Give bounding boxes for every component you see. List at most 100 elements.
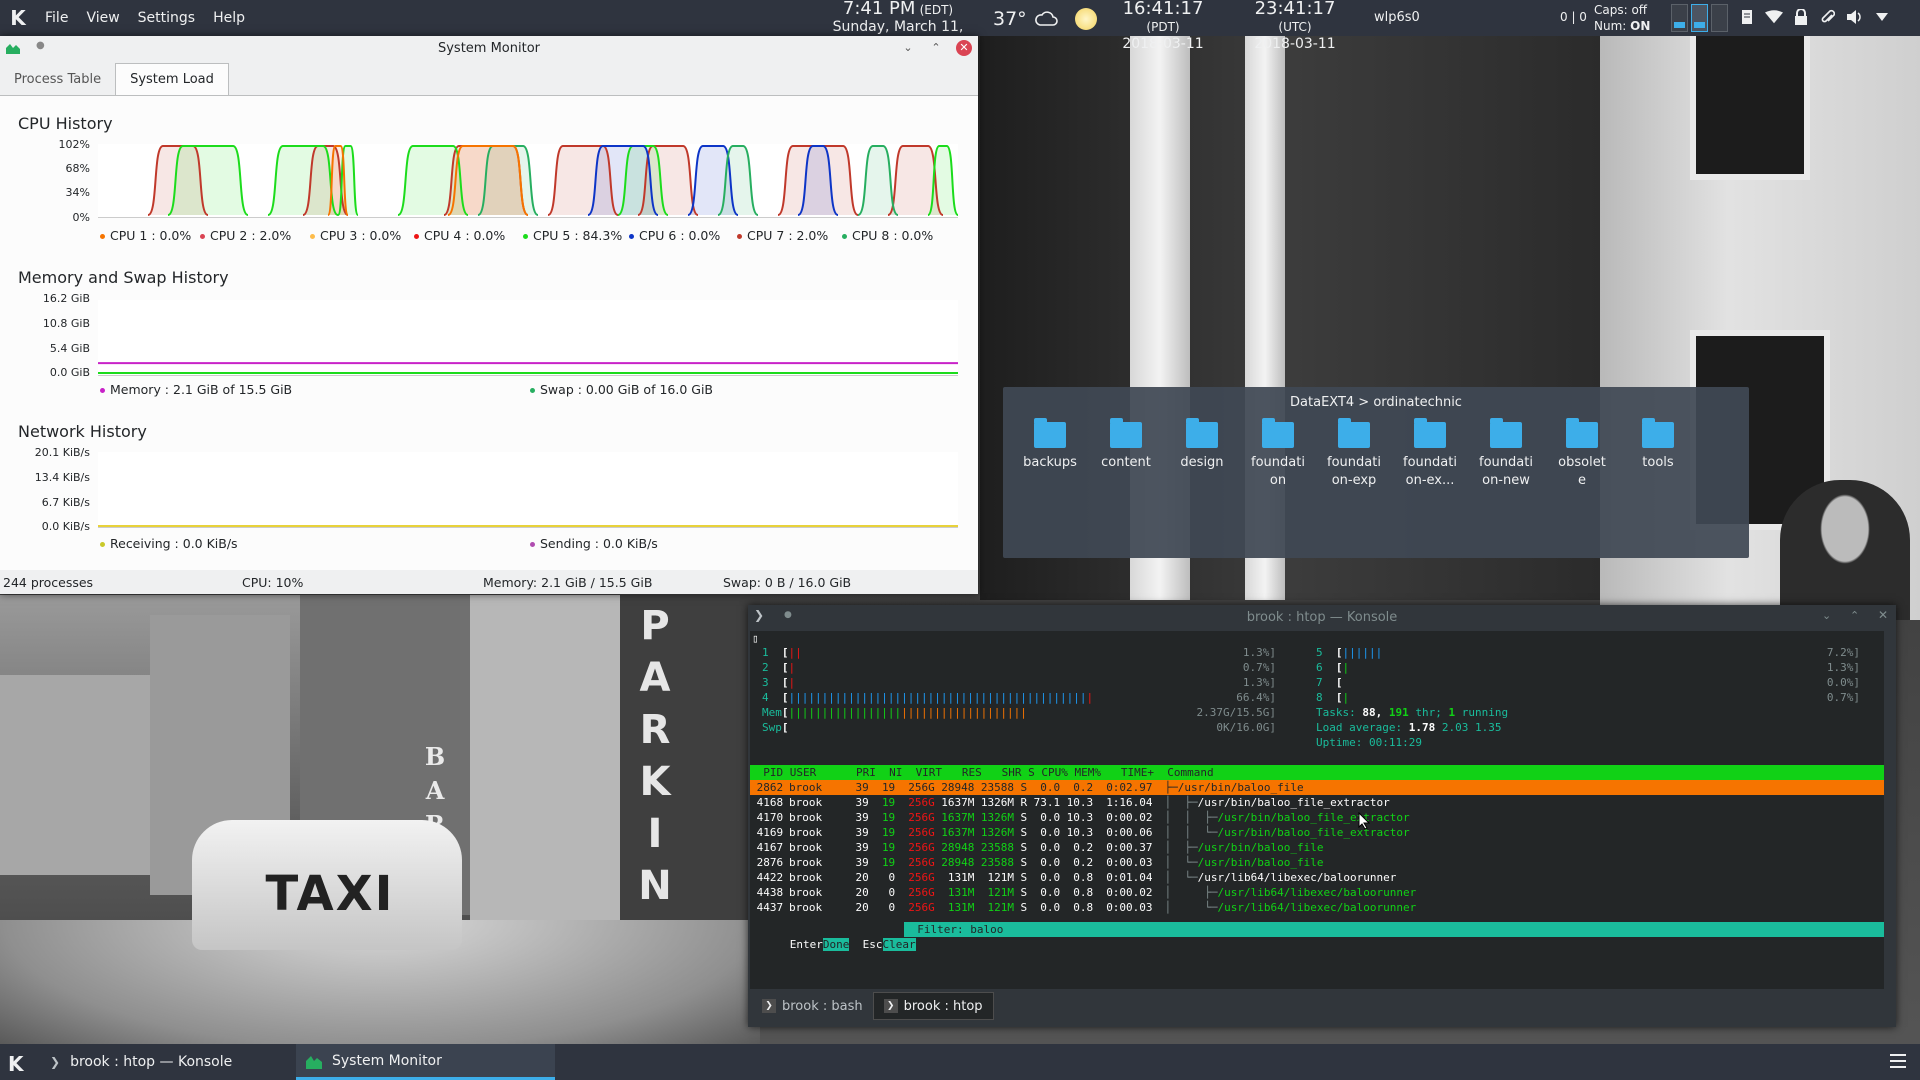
process-user: brook [789, 856, 823, 869]
expand-arrow-icon[interactable] [1873, 8, 1891, 26]
folder-item[interactable]: foundati on [1244, 418, 1312, 490]
process-tree: │ ├─ [1164, 841, 1198, 854]
memory-history-title: Memory and Swap History [18, 268, 229, 287]
clip-icon[interactable] [1819, 8, 1837, 26]
process-command: /usr/bin/baloo_file [1197, 841, 1324, 854]
process-row[interactable]: 4422 brook 20 0 256G 131M 121M S 0.0 0.8 0:01… [750, 870, 1884, 885]
footer-esc-key: Esc [862, 938, 883, 951]
minimize-button[interactable]: ⌄ [900, 40, 916, 56]
process-cpu: 0.0 [1033, 886, 1061, 899]
folder-item[interactable]: backups [1016, 418, 1084, 472]
tab-system-load[interactable]: System Load [115, 63, 229, 95]
menu-help[interactable]: Help [204, 10, 254, 26]
task-konsole[interactable]: ❯ brook : htop — Konsole [40, 1044, 292, 1080]
process-res: 131M [941, 886, 975, 899]
menu-settings[interactable]: Settings [129, 10, 204, 26]
process-row[interactable]: 4169 brook 39 19 256G 1637M 1326M S 0.0 10.3 0:00… [750, 825, 1884, 840]
cpu-meter: 8 [| [1316, 691, 1350, 704]
folder-item[interactable]: design [1168, 418, 1236, 472]
hamburger-menu-icon[interactable] [1890, 1054, 1906, 1068]
cpu-ytick: 102% [58, 138, 90, 151]
cpu-legend-item: CPU 3 : 0.0% [310, 228, 401, 243]
tab-process-table[interactable]: Process Table [0, 64, 115, 95]
process-row[interactable]: 4437 brook 20 0 256G 131M 121M S 0.0 0.8 0:00… [750, 900, 1884, 915]
process-pid: 4438 [750, 886, 784, 899]
filter-input[interactable]: Filter: baloo [904, 922, 1884, 937]
process-row[interactable]: 4438 brook 20 0 256G 131M 121M S 0.0 0.8 0:00… [750, 885, 1884, 900]
folder-item[interactable]: foundati on-exp [1320, 418, 1388, 490]
folder-icon [1110, 418, 1142, 448]
konsole-tab-bash[interactable]: ❯ brook : bash [752, 992, 873, 1020]
process-table-header[interactable]: PID USER PRI NI VIRT RES SHR S CPU% MEM%… [750, 765, 1884, 780]
konsole-titlebar[interactable]: ❯ ● brook : htop — Konsole ⌄ ⌃ ✕ [748, 605, 1896, 629]
task-system-monitor[interactable]: System Monitor [296, 1044, 555, 1080]
folder-item[interactable]: foundati on-ex... [1396, 418, 1464, 490]
volume-icon[interactable] [1846, 8, 1864, 26]
process-pid: 4170 [750, 811, 784, 824]
kde-menu-icon[interactable]: K [0, 0, 36, 36]
weather-temperature[interactable]: 37° [993, 8, 1027, 30]
folder-label: content [1101, 455, 1151, 470]
konsole-tab-htop[interactable]: ❯ brook : htop [872, 992, 994, 1020]
process-s: S [1020, 901, 1028, 914]
cpu-legend-item: CPU 7 : 2.0% [737, 228, 828, 243]
folder-item[interactable]: obsolet e [1548, 418, 1616, 490]
process-virt: 256G [908, 871, 935, 884]
pager-desktop-2[interactable] [1691, 4, 1708, 32]
folder-label: on-new [1482, 473, 1530, 488]
minimize-button[interactable]: ⌄ [1822, 609, 1831, 622]
maximize-button[interactable]: ⌃ [1850, 609, 1859, 622]
application-launcher-icon[interactable]: K [8, 1052, 24, 1076]
cpu-meter-value: 1.3%] [1826, 661, 1860, 674]
process-shr: 121M [980, 886, 1014, 899]
lock-icon[interactable] [1792, 8, 1810, 26]
footer-done-action[interactable]: Done [822, 938, 850, 951]
menu-file[interactable]: File [36, 10, 77, 26]
process-count: 244 processes [3, 575, 94, 590]
cpu-legend-item: CPU 4 : 0.0% [414, 228, 505, 243]
system-load-panel: CPU History 102% 68% 34% 0% CPU 1 : 0.0%… [0, 96, 978, 570]
pager-desktop-1[interactable] [1671, 4, 1688, 32]
notes-icon[interactable] [1738, 8, 1756, 26]
menu-view[interactable]: View [77, 10, 128, 26]
folder-item[interactable]: tools [1624, 418, 1692, 472]
process-pri: 39 [855, 826, 869, 839]
network-interface-label[interactable]: wlp6s0 [1374, 10, 1420, 25]
clock-local-zone: (EDT) [919, 3, 954, 17]
process-shr: 121M [980, 901, 1014, 914]
process-pri: 39 [855, 796, 869, 809]
virtual-desktop-pager[interactable] [1671, 4, 1728, 32]
close-button[interactable]: ✕ [1878, 608, 1888, 622]
process-row[interactable]: 2862 brook 39 19 256G 28948 23588 S 0.0 0.2 0:02… [750, 780, 1884, 795]
process-row[interactable]: 2876 brook 39 19 256G 28948 23588 S 0.0 0.2 0:00… [750, 855, 1884, 870]
process-row[interactable]: 4168 brook 39 19 256G 1637M 1326M R 73.1 10.3 1:16… [750, 795, 1884, 810]
process-row[interactable]: 4170 brook 39 19 256G 1637M 1326M S 0.0 10.3 0:00… [750, 810, 1884, 825]
cpu-meter: 4 [|||||||||||||||||||||||||||||||||||||… [762, 691, 1094, 704]
close-button[interactable]: ✕ [956, 40, 972, 56]
keyboard-status[interactable]: Caps: off Num: ON [1594, 2, 1650, 34]
process-command: /usr/bin/baloo_file [1177, 781, 1304, 794]
maximize-button[interactable]: ⌃ [928, 40, 944, 56]
terminal-scrollbar[interactable] [1884, 631, 1894, 989]
htop-terminal[interactable]: ▯ 1 [|| 2 [| 3 [| 4 [|||||||||||||||||||… [750, 631, 1884, 991]
sysmon-titlebar[interactable]: ● System Monitor ⌄ ⌃ ✕ [0, 36, 978, 60]
clock-pdt[interactable]: 16:41:17 (PDT) 2018-03-11 [1104, 0, 1222, 52]
bottom-taskbar: K ❯ brook : htop — Konsole System Monito… [0, 1044, 1920, 1080]
uptime: Uptime: 00:11:29 [1316, 736, 1422, 749]
process-row[interactable]: 4167 brook 39 19 256G 28948 23588 S 0.0 0.2 0:00… [750, 840, 1884, 855]
clock-pdt-zone: (PDT) [1146, 20, 1180, 34]
folder-icon [1490, 418, 1522, 448]
clock-utc[interactable]: 23:41:17 (UTC) 2018-03-11 [1236, 0, 1354, 52]
network-ytick: 20.1 KiB/s [34, 446, 90, 459]
process-time: 0:00.37 [1106, 841, 1153, 854]
pager-desktop-3[interactable] [1711, 4, 1728, 32]
process-pri: 20 [855, 871, 869, 884]
memory-history-plot [98, 300, 958, 376]
wifi-icon[interactable] [1765, 8, 1783, 26]
cpu-ytick: 0% [72, 211, 90, 224]
legend-color-dot [737, 234, 742, 239]
folder-item[interactable]: foundati on-new [1472, 418, 1540, 490]
folder-item[interactable]: content [1092, 418, 1160, 472]
folder-breadcrumb[interactable]: DataEXT4 > ordinatechnic [1003, 395, 1749, 410]
footer-clear-action[interactable]: Clear [882, 938, 916, 951]
